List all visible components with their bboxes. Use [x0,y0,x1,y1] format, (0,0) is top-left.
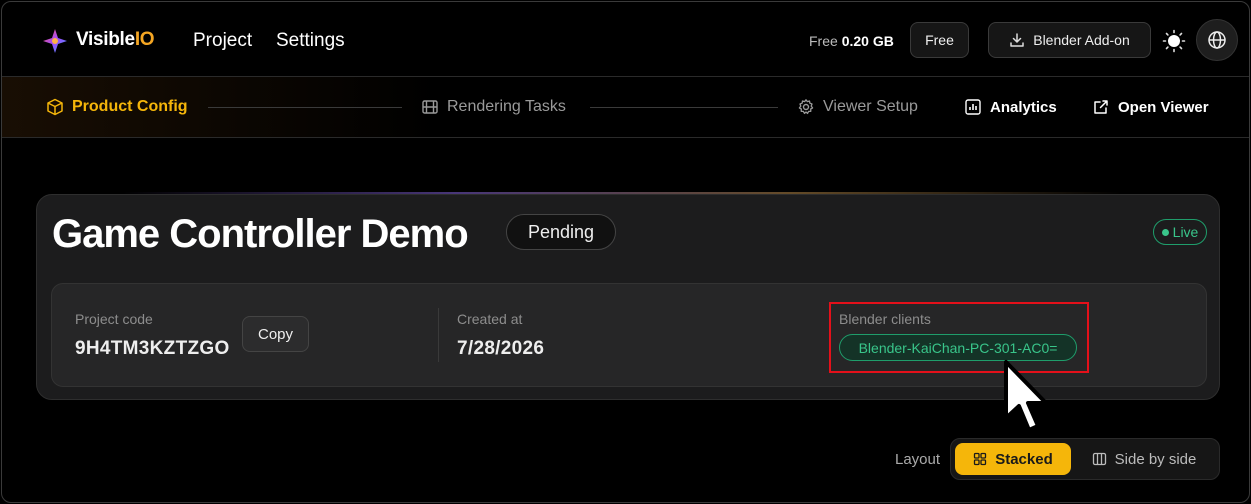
step-connector [208,107,402,108]
gear-icon [798,99,814,115]
blender-clients-label: Blender clients [839,311,931,327]
project-details-panel: Project code 9H4TM3KZTZGO Copy Created a… [51,283,1207,387]
top-bar: VisibleIO Project Settings Free 0.20 GB … [2,2,1249,77]
app-window: VisibleIO Project Settings Free 0.20 GB … [1,1,1250,503]
blender-addon-button[interactable]: Blender Add-on [988,22,1151,58]
bar-chart-icon [965,99,981,115]
layout-label: Layout [895,451,941,468]
step-viewer-setup[interactable]: Viewer Setup [797,98,918,116]
created-at-value: 7/28/2026 [457,338,545,359]
created-at-label: Created at [457,311,523,327]
live-dot-icon [1161,228,1169,236]
step-product-config[interactable]: Product Config [46,98,188,116]
language-button[interactable] [1196,19,1238,61]
download-icon [1010,33,1024,47]
blender-client-chip[interactable]: Blender-KaiChan-PC-301-AC0= [839,334,1077,361]
nav-project-link[interactable]: Project [193,30,252,52]
plan-button[interactable]: Free [910,22,969,58]
film-icon [422,100,438,114]
steps-bar: Product Config Rendering Tasks Viewer Se… [2,77,1249,138]
layout-stacked-option[interactable]: Stacked [955,443,1071,475]
divider [438,308,439,362]
layout-toggle: Stacked Side by side [950,438,1220,480]
external-link-icon [1094,100,1108,114]
sun-icon[interactable] [1162,29,1186,53]
columns-icon [1092,452,1106,466]
project-title: Game Controller Demo [52,212,469,256]
status-badge: Pending [506,214,616,250]
project-code-label: Project code [75,311,153,327]
globe-icon [1208,31,1226,49]
live-badge: Live [1153,219,1207,245]
step-analytics[interactable]: Analytics [964,98,1057,116]
project-code-value: 9H4TM3KZTZGO [75,338,230,359]
storage-indicator: Free 0.20 GB [809,33,894,49]
step-connector [590,107,778,108]
cube-icon [47,98,63,116]
project-card: Game Controller Demo Pending Live Projec… [36,194,1220,400]
nav-settings-link[interactable]: Settings [276,30,345,52]
logo-icon [43,29,67,53]
layout-side-by-side-option[interactable]: Side by side [1081,443,1207,475]
grid-icon [974,452,987,466]
copy-button[interactable]: Copy [242,316,309,352]
step-rendering-tasks[interactable]: Rendering Tasks [421,98,566,116]
logo-text[interactable]: VisibleIO [76,29,155,51]
step-open-viewer[interactable]: Open Viewer [1092,98,1209,116]
